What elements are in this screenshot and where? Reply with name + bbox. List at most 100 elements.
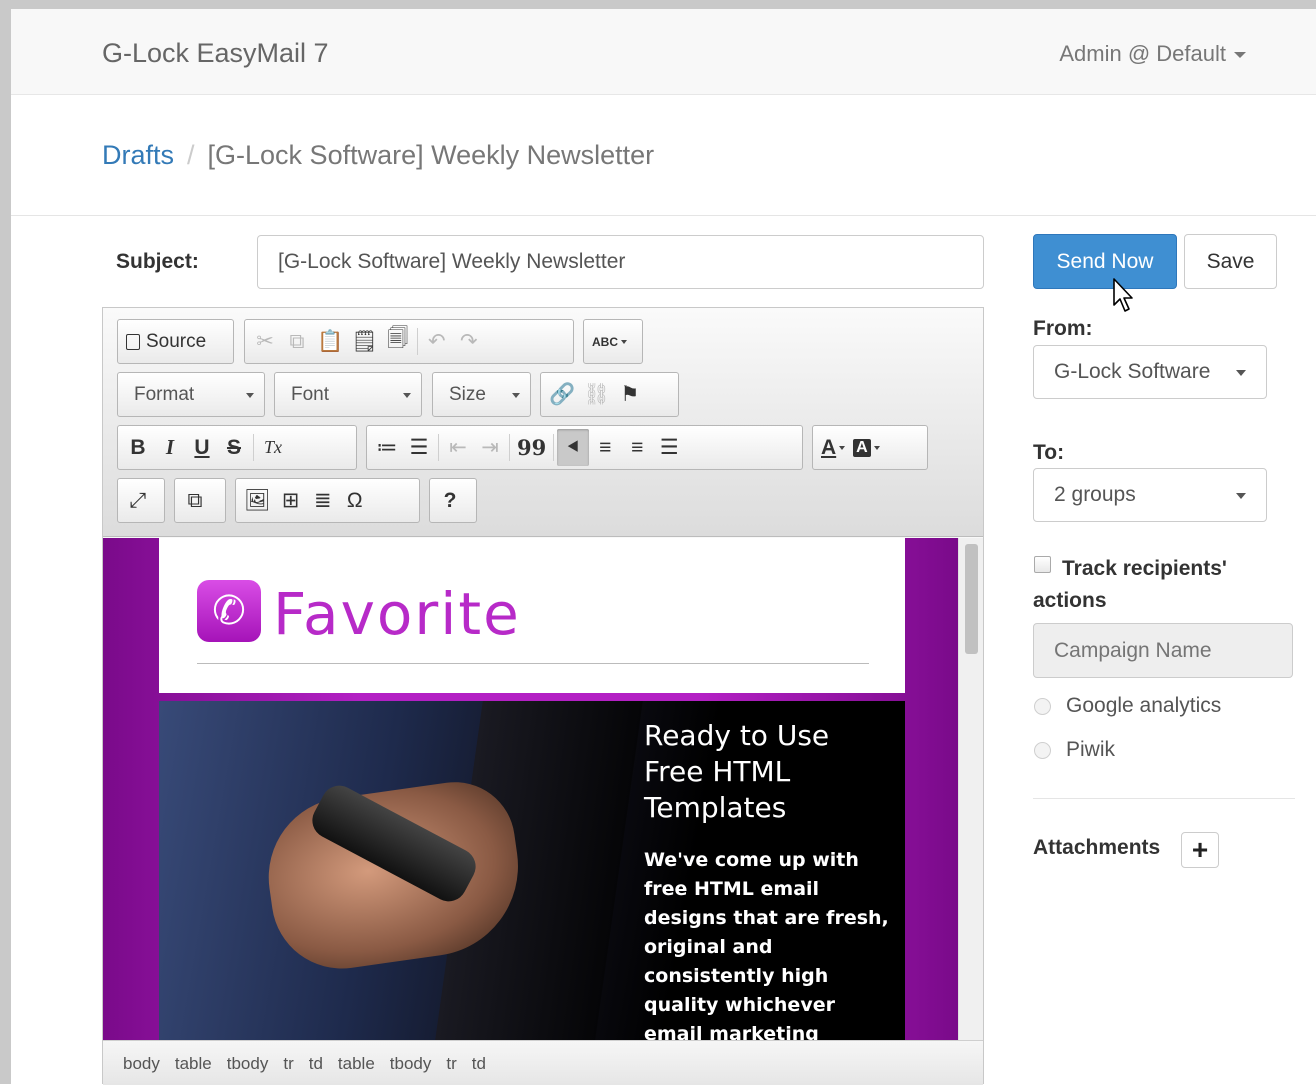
numbered-list-icon[interactable]: ≔ [371, 429, 403, 466]
campaign-name-input[interactable] [1033, 623, 1293, 678]
send-now-button[interactable]: Send Now [1033, 234, 1177, 289]
anchor-flag-icon[interactable]: ⚑ [614, 376, 646, 413]
redo-icon[interactable]: ↷ [453, 323, 485, 360]
piwik-radio[interactable] [1034, 742, 1051, 759]
email-header: ✆ Favorite [159, 538, 905, 693]
italic-button[interactable]: I [154, 429, 186, 466]
color-group: A A [812, 425, 928, 470]
toolbar-separator [438, 434, 439, 461]
path-item[interactable]: tr [446, 1054, 456, 1073]
editor-scrollbar-thumb[interactable] [965, 544, 978, 654]
unlink-icon[interactable]: ⛓ [579, 376, 614, 413]
editor-scrollbar[interactable] [958, 538, 983, 1040]
path-item[interactable]: table [175, 1054, 212, 1073]
chevron-down-icon [1236, 493, 1246, 499]
path-item[interactable]: table [338, 1054, 375, 1073]
from-select[interactable]: G-Lock Software [1033, 345, 1267, 399]
chevron-down-icon [839, 445, 846, 450]
chevron-down-icon [246, 393, 254, 398]
window-frame-top [0, 0, 1316, 9]
align-right-icon[interactable]: ≡ [621, 429, 653, 466]
bulleted-list-icon[interactable]: ☰ [403, 429, 435, 466]
text-color-icon: A [821, 435, 837, 459]
font-dropdown-label: Font [291, 384, 330, 405]
save-button[interactable]: Save [1184, 234, 1277, 289]
maximize-icon[interactable]: ⤢ [122, 482, 154, 519]
show-blocks-icon[interactable]: ⧉ [179, 482, 211, 519]
from-label: From: [1033, 317, 1093, 340]
underline-button[interactable]: U [186, 429, 218, 466]
help-button[interactable]: ? [434, 482, 466, 519]
spellcheck-button[interactable]: ABC [588, 323, 631, 360]
decrease-indent-icon[interactable]: ⇤ [442, 429, 474, 466]
spellcheck-icon: ABC [592, 334, 618, 349]
paste-word-icon[interactable]: 🗐 [382, 323, 414, 360]
add-attachment-button[interactable]: + [1181, 832, 1219, 868]
remove-format-button[interactable]: Tx [257, 429, 289, 466]
table-icon[interactable]: ⊞ [275, 482, 307, 519]
path-item[interactable]: tbody [227, 1054, 269, 1073]
editor-content-area[interactable]: ✆ Favorite Ready to Use Free HTML Templa… [103, 538, 958, 1040]
increase-indent-icon[interactable]: ⇥ [474, 429, 506, 466]
plus-icon: + [1191, 834, 1209, 865]
maximize-group: ⤢ [117, 478, 165, 523]
path-item[interactable]: td [472, 1054, 486, 1073]
google-analytics-label: Google analytics [1066, 694, 1222, 717]
to-select-value: 2 groups [1054, 483, 1136, 506]
paste-icon[interactable]: 📋 [313, 323, 347, 360]
breadcrumb-drafts-link[interactable]: Drafts [102, 140, 174, 170]
image-icon[interactable]: 🖼 [240, 482, 275, 519]
sidebar-divider [1033, 798, 1295, 799]
source-button[interactable]: Source [122, 323, 210, 360]
link-icon[interactable]: 🔗 [545, 376, 579, 413]
subject-input[interactable] [257, 235, 984, 289]
app-brand[interactable]: G-Lock EasyMail 7 [102, 38, 329, 69]
user-menu[interactable]: Admin @ Default [1059, 41, 1246, 67]
editor-toolbar: Source ✂ ⧉ 📋 🗒 🗐 ↶ ↷ ABC Format Font Siz… [103, 308, 983, 537]
to-label: To: [1033, 441, 1065, 464]
to-select[interactable]: 2 groups [1033, 468, 1267, 522]
hero-title: Ready to Use Free HTML Templates [644, 719, 830, 824]
google-analytics-radio[interactable] [1034, 698, 1051, 715]
font-dropdown[interactable]: Font [274, 372, 422, 417]
strikethrough-button[interactable]: S [218, 429, 250, 466]
chevron-down-icon [1234, 52, 1246, 59]
bold-button[interactable]: B [122, 429, 154, 466]
align-left-icon[interactable]: ⯇ [557, 429, 590, 466]
undo-icon[interactable]: ↶ [421, 323, 453, 360]
text-color-button[interactable]: A [817, 429, 849, 466]
header-divider [11, 215, 1316, 216]
cut-icon[interactable]: ✂ [249, 323, 281, 360]
special-character-button[interactable]: Ω [339, 482, 371, 519]
breadcrumb-current: [G-Lock Software] Weekly Newsletter [207, 140, 655, 170]
path-item[interactable]: tr [283, 1054, 293, 1073]
path-item[interactable]: tbody [390, 1054, 432, 1073]
email-logo-text: Favorite [273, 580, 521, 648]
blockquote-button[interactable]: 99 [513, 429, 550, 466]
email-hero: Ready to Use Free HTML Templates We've c… [159, 701, 905, 1040]
paste-text-icon[interactable]: 🗒 [347, 323, 382, 360]
copy-icon[interactable]: ⧉ [281, 323, 313, 360]
path-item[interactable]: td [309, 1054, 323, 1073]
hero-body: We've come up with free HTML email desig… [644, 849, 889, 1040]
attachments-label: Attachments [1033, 836, 1161, 859]
size-dropdown-label: Size [449, 384, 486, 405]
toolbar-separator [553, 434, 555, 461]
basic-styles-group: B I U S Tx [117, 425, 357, 470]
element-path-bar: body table tbody tr td table tbody tr td [103, 1040, 983, 1085]
background-color-button[interactable]: A [849, 429, 884, 466]
path-item[interactable]: body [123, 1054, 160, 1073]
background-color-icon: A [853, 438, 871, 457]
horizontal-line-icon[interactable]: ≣ [307, 482, 339, 519]
format-dropdown[interactable]: Format [117, 372, 265, 417]
breadcrumb: Drafts / [G-Lock Software] Weekly Newslett… [102, 140, 654, 171]
source-group: Source [117, 319, 234, 364]
align-center-icon[interactable]: ≡ [589, 429, 621, 466]
insert-group: 🖼 ⊞ ≣ Ω [235, 478, 420, 523]
help-group: ? [429, 478, 477, 523]
size-dropdown[interactable]: Size [432, 372, 531, 417]
phone-logo-icon: ✆ [197, 580, 261, 642]
align-justify-icon[interactable]: ☰ [653, 429, 685, 466]
link-group: 🔗 ⛓ ⚑ [540, 372, 679, 417]
rich-text-editor: Source ✂ ⧉ 📋 🗒 🗐 ↶ ↷ ABC Format Font Siz… [102, 307, 984, 1085]
